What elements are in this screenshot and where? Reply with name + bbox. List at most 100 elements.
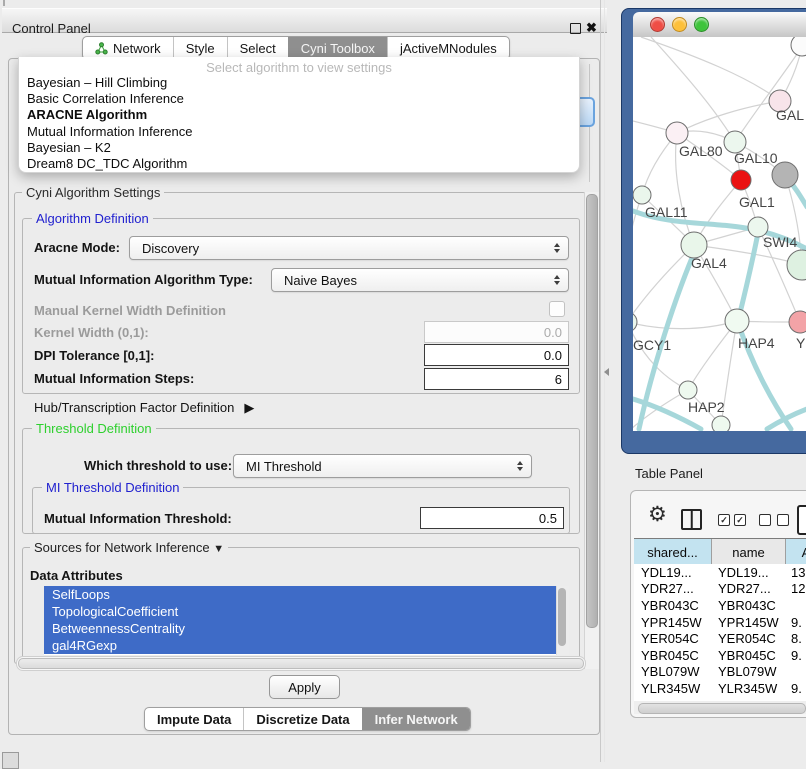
table-row[interactable]: YPR145WYPR145W9. xyxy=(634,614,806,631)
column-header-shared[interactable]: shared... xyxy=(634,539,712,565)
manual-kernel-checkbox[interactable] xyxy=(549,301,565,317)
table-row[interactable]: YDR27...YDR27...12 xyxy=(634,581,806,598)
settings-hscrollbar-thumb[interactable] xyxy=(18,658,584,669)
apply-button[interactable]: Apply xyxy=(269,675,340,699)
settings-vscrollbar-thumb[interactable] xyxy=(586,194,598,628)
close-window-icon[interactable] xyxy=(650,17,665,32)
expand-right-icon[interactable]: ▶ xyxy=(244,400,254,415)
hub-section-toggle[interactable]: Hub/Transcription Factor Definition▶ xyxy=(34,400,254,416)
which-threshold-label: Which threshold to use: xyxy=(84,458,232,473)
table-cell: YBR043C xyxy=(634,598,711,613)
attributes-scrollbar-thumb[interactable] xyxy=(558,588,566,646)
attribute-item-topologicalcoefficient[interactable]: TopologicalCoefficient xyxy=(44,603,556,620)
mi-threshold-field[interactable]: 0.5 xyxy=(420,507,564,529)
network-canvas[interactable]: GALGAL80GAL10GAL1GAL11SWI4GAL4GCY1HAP4YH… xyxy=(633,37,806,431)
attribute-item-selfloops[interactable]: SelfLoops xyxy=(44,586,556,603)
tab-infer-network[interactable]: Infer Network xyxy=(362,708,470,730)
tab-jactivemnodules[interactable]: jActiveMNodules xyxy=(387,37,509,59)
network-edge[interactable] xyxy=(688,321,737,390)
network-node-unlabeled-bottom[interactable] xyxy=(712,416,730,431)
zoom-window-icon[interactable] xyxy=(694,17,709,32)
column-header-a[interactable]: A xyxy=(786,539,806,565)
algorithm-options: Bayesian – Hill ClimbingBasic Correlatio… xyxy=(24,75,574,172)
table-panel: ⚙ ✓ ✓ shared...nameA YDL19...YDL19...13Y… xyxy=(630,490,806,718)
algorithm-option-bayesian-hill-climbing[interactable]: Bayesian – Hill Climbing xyxy=(24,75,574,91)
table-cell: YPR145W xyxy=(634,615,711,630)
network-node-hap2[interactable] xyxy=(679,381,697,399)
mi-type-combo[interactable]: Naive Bayes xyxy=(271,268,569,292)
window-grip-icon[interactable] xyxy=(2,752,19,769)
network-edge[interactable] xyxy=(677,101,780,133)
mi-threshold-definition-title: MI Threshold Definition xyxy=(42,480,183,495)
aracne-mode-combo[interactable]: Discovery xyxy=(129,236,569,260)
algorithm-option-dream8-dc-tdc-algorithm[interactable]: Dream8 DC_TDC Algorithm xyxy=(24,156,574,172)
network-node-gal11[interactable] xyxy=(633,186,651,204)
minimize-window-icon[interactable] xyxy=(672,17,687,32)
algorithm-option-mutual-information-inference[interactable]: Mutual Information Inference xyxy=(24,124,574,140)
table-cell: YER054C xyxy=(711,631,784,646)
network-node-gal80[interactable] xyxy=(666,122,688,144)
table-row[interactable]: YDL19...YDL19...13 xyxy=(634,564,806,581)
table-hscrollbar-thumb[interactable] xyxy=(638,703,806,714)
network-node-salmon[interactable] xyxy=(789,311,806,333)
table-row[interactable]: YBL079WYBL079W xyxy=(634,664,806,681)
network-edge[interactable] xyxy=(735,47,802,142)
network-node-gcy1[interactable] xyxy=(633,312,637,332)
mi-steps-field[interactable]: 6 xyxy=(424,368,569,390)
algorithm-option-bayesian-k2[interactable]: Bayesian – K2 xyxy=(24,140,574,156)
attribute-item-betweennesscentrality[interactable]: BetweennessCentrality xyxy=(44,620,556,637)
tab-impute-data[interactable]: Impute Data xyxy=(145,708,243,730)
sources-group-title: Sources for Network Inference ▼ xyxy=(30,540,228,555)
network-edge[interactable] xyxy=(651,37,735,142)
table-cell: 9. xyxy=(784,648,806,663)
clipped-toolbar-icon[interactable] xyxy=(797,505,806,535)
close-icon[interactable]: ✖ xyxy=(586,20,597,36)
network-edge[interactable] xyxy=(641,37,780,101)
tab-discretize-data[interactable]: Discretize Data xyxy=(243,708,361,730)
network-node-gal1[interactable] xyxy=(731,170,751,190)
node-label-y: Y xyxy=(796,335,806,351)
tab-cyni-toolbox[interactable]: Cyni Toolbox xyxy=(288,37,387,59)
tab-label: Network xyxy=(113,41,161,56)
network-edge-highlighted[interactable] xyxy=(738,233,758,321)
node-label-gal80: GAL80 xyxy=(679,143,723,159)
network-node-big-right[interactable] xyxy=(787,250,806,280)
collapse-down-icon[interactable]: ▼ xyxy=(213,543,224,555)
network-window-titlebar[interactable] xyxy=(633,12,806,38)
splitter-collapse-icon[interactable] xyxy=(604,368,609,376)
tab-select[interactable]: Select xyxy=(227,37,288,59)
tab-style[interactable]: Style xyxy=(173,37,227,59)
unchecked-checkbox-icon[interactable] xyxy=(759,514,771,526)
panel-splitter[interactable] xyxy=(600,0,605,762)
network-icon xyxy=(95,42,108,55)
network-edge[interactable] xyxy=(633,321,737,329)
table-row[interactable]: YER054CYER054C8. xyxy=(634,630,806,647)
split-columns-icon[interactable] xyxy=(681,509,702,530)
table-row[interactable]: YLR345WYLR345W9. xyxy=(634,680,806,697)
table-cell: YLR345W xyxy=(711,681,784,696)
table-body: YDL19...YDL19...13YDR27...YDR27...12YBR0… xyxy=(634,564,806,701)
gear-icon[interactable]: ⚙ xyxy=(648,504,667,526)
float-window-icon[interactable] xyxy=(570,23,581,34)
tab-network[interactable]: Network xyxy=(83,37,173,59)
checked-checkbox-icon[interactable]: ✓ xyxy=(718,514,730,526)
table-cell: 13 xyxy=(784,565,806,580)
which-threshold-combo[interactable]: MI Threshold xyxy=(233,454,532,478)
network-edge[interactable] xyxy=(633,245,694,322)
table-row[interactable]: YBR043CYBR043C xyxy=(634,597,806,614)
unchecked-checkbox-icon[interactable] xyxy=(777,514,789,526)
algorithm-definition-title: Algorithm Definition xyxy=(32,211,153,226)
table-cell: YDL19... xyxy=(634,565,711,580)
tab-label: Select xyxy=(240,41,276,56)
attribute-item-gal4rgexp[interactable]: gal4RGexp xyxy=(44,637,556,654)
kernel-width-label: Kernel Width (0,1): xyxy=(34,325,149,340)
dpi-tolerance-field[interactable]: 0.0 xyxy=(424,344,569,366)
network-node-hap4[interactable] xyxy=(725,309,749,333)
checked-checkbox-icon[interactable]: ✓ xyxy=(734,514,746,526)
tab-label: Discretize Data xyxy=(256,712,349,727)
algorithm-option-aracne-algorithm[interactable]: ARACNE Algorithm xyxy=(24,107,574,123)
network-node-unlabeled-top[interactable] xyxy=(791,37,806,56)
algorithm-option-basic-correlation-inference[interactable]: Basic Correlation Inference xyxy=(24,91,574,107)
column-header-name[interactable]: name xyxy=(712,539,786,565)
table-row[interactable]: YBR045CYBR045C9. xyxy=(634,647,806,664)
